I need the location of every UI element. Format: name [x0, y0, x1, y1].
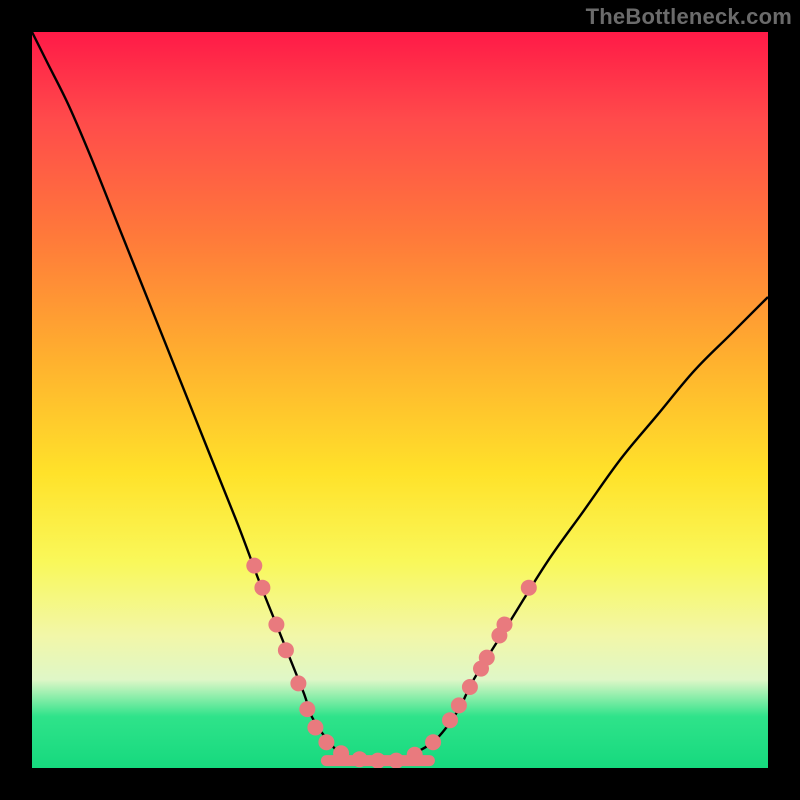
data-marker: [290, 675, 306, 691]
data-marker: [333, 745, 349, 761]
chart-svg: [32, 32, 768, 768]
bottleneck-curve: [32, 32, 768, 761]
data-marker: [278, 642, 294, 658]
watermark-label: TheBottleneck.com: [586, 4, 792, 30]
data-marker: [307, 720, 323, 736]
data-marker: [352, 751, 368, 767]
marker-group: [246, 558, 537, 768]
plot-area: [32, 32, 768, 768]
data-marker: [479, 650, 495, 666]
data-marker: [425, 734, 441, 750]
data-marker: [462, 679, 478, 695]
data-marker: [318, 734, 334, 750]
data-marker: [254, 580, 270, 596]
chart-frame: TheBottleneck.com: [0, 0, 800, 800]
data-marker: [521, 580, 537, 596]
data-marker: [388, 753, 404, 768]
data-marker: [299, 701, 315, 717]
data-marker: [451, 697, 467, 713]
data-marker: [246, 558, 262, 574]
data-marker: [370, 753, 386, 768]
data-marker: [407, 747, 423, 763]
data-marker: [442, 712, 458, 728]
data-marker: [268, 617, 284, 633]
data-marker: [497, 617, 513, 633]
